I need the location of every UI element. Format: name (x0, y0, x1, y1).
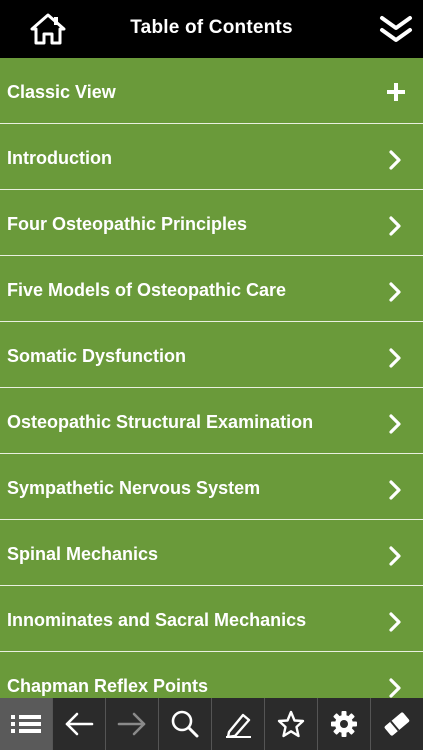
toc-item-structural-exam[interactable]: Osteopathic Structural Examination (0, 388, 423, 454)
toc-button[interactable] (0, 698, 52, 750)
highlight-button[interactable] (211, 698, 264, 750)
toc-item-label: Classic View (7, 82, 116, 102)
forward-button[interactable] (105, 698, 158, 750)
chevron-right-icon (389, 348, 401, 368)
search-button[interactable] (158, 698, 211, 750)
list-icon (11, 715, 41, 733)
toc-item-classic-view[interactable]: Classic View (0, 58, 423, 124)
toc-item-somatic-dysfunction[interactable]: Somatic Dysfunction (0, 322, 423, 388)
toc-item-label: Somatic Dysfunction (7, 346, 187, 366)
arrow-right-icon (117, 712, 146, 736)
header-bar: Table of Contents (0, 0, 423, 58)
settings-button[interactable] (317, 698, 370, 750)
gear-icon (331, 711, 357, 737)
double-chevron-down-icon[interactable] (379, 14, 413, 44)
arrow-left-icon (65, 712, 94, 736)
star-icon (277, 710, 305, 738)
chevron-right-icon (389, 612, 401, 632)
toc-item-innominates[interactable]: Innominates and Sacral Mechanics (0, 586, 423, 652)
toc-item-label: Sympathetic Nervous System (7, 478, 261, 498)
toc-item-sympathetic-ns[interactable]: Sympathetic Nervous System (0, 454, 423, 520)
chevron-right-icon (389, 282, 401, 302)
search-icon (171, 710, 199, 738)
chevron-right-icon (389, 546, 401, 566)
page-title: Table of Contents (130, 17, 293, 38)
toc-item-label: Four Osteopathic Principles (7, 214, 248, 234)
toc-item-label: Spinal Mechanics (7, 544, 159, 564)
chevron-right-icon (389, 216, 401, 236)
chevron-right-icon (389, 414, 401, 434)
toc-item-chapman[interactable]: Chapman Reflex Points (0, 652, 423, 698)
chevron-right-icon (389, 150, 401, 170)
toc-item-label: Chapman Reflex Points (7, 676, 209, 696)
toc-list: Classic View Introduction Four Osteopath… (0, 58, 423, 698)
toc-item-spinal-mechanics[interactable]: Spinal Mechanics (0, 520, 423, 586)
toc-item-label: Introduction (7, 148, 112, 168)
plus-icon (387, 83, 405, 101)
toc-item-label: Innominates and Sacral Mechanics (7, 610, 307, 630)
toc-item-four-principles[interactable]: Four Osteopathic Principles (0, 190, 423, 256)
eraser-icon (384, 712, 410, 736)
toc-item-label: Five Models of Osteopathic Care (7, 280, 287, 300)
bottom-toolbar (0, 698, 423, 750)
toc-item-label: Osteopathic Structural Examination (7, 412, 314, 432)
bookmark-button[interactable] (264, 698, 317, 750)
eraser-button[interactable] (370, 698, 423, 750)
chevron-right-icon (389, 480, 401, 500)
toc-item-introduction[interactable]: Introduction (0, 124, 423, 190)
toc-item-five-models[interactable]: Five Models of Osteopathic Care (0, 256, 423, 322)
chevron-right-icon (389, 678, 401, 698)
pencil-icon (226, 713, 251, 738)
back-button[interactable] (52, 698, 105, 750)
